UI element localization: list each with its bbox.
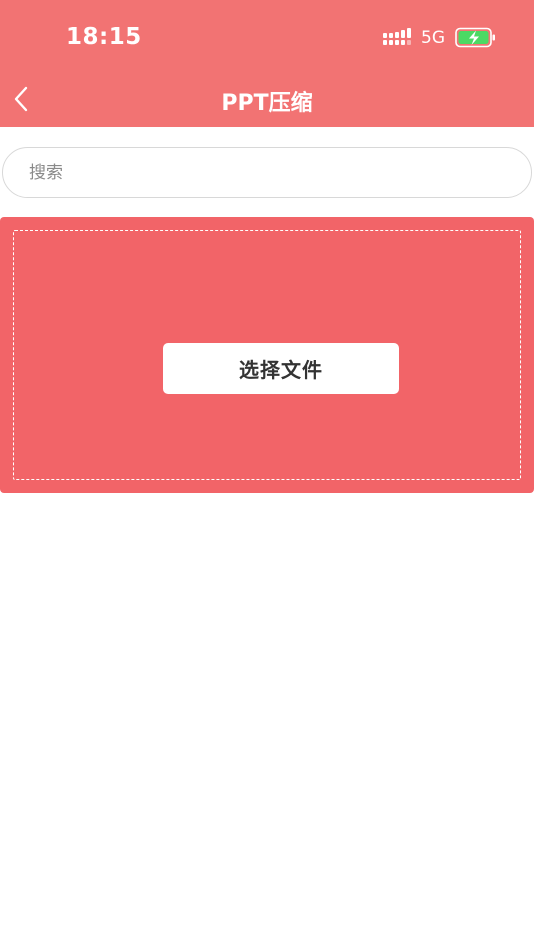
select-file-button[interactable]: 选择文件 [163, 343, 399, 394]
signal-icon [383, 28, 411, 45]
search-input[interactable] [2, 147, 532, 198]
upload-dropzone[interactable]: 选择文件 [13, 230, 521, 480]
nav-bar: PPT压缩 [0, 76, 534, 127]
app-header: 18:15 5G PPT压缩 [0, 0, 534, 127]
status-bar: 18:15 5G [0, 0, 534, 76]
network-type: 5G [421, 28, 445, 48]
upload-panel: 选择文件 [0, 217, 534, 493]
page-title: PPT压缩 [221, 91, 313, 116]
battery-charging-icon [455, 27, 495, 48]
status-time: 18:15 [66, 24, 142, 50]
